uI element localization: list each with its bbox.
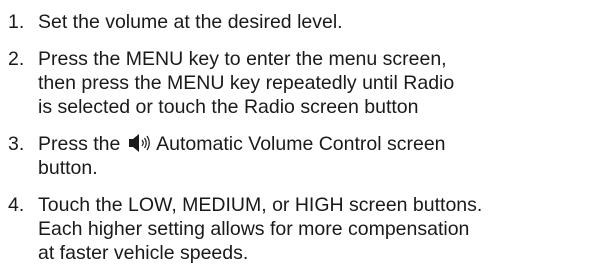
step-4: 4. Touch the LOW, MEDIUM, or HIGH screen… (8, 193, 604, 265)
step-number: 3. (8, 133, 25, 155)
step-number: 1. (8, 11, 25, 33)
step-2: 2. Press the MENU key to enter the menu … (8, 47, 604, 119)
step-3: 3. Press the Automatic Volume Control sc… (8, 132, 604, 180)
step-text-before-icon: Press the (38, 133, 126, 155)
instruction-document: 1. Set the volume at the desired level. … (0, 0, 604, 276)
step-text: Press the MENU key to enter the menu scr… (38, 48, 455, 118)
speaker-volume-icon (128, 134, 150, 152)
step-text: Touch the LOW, MEDIUM, or HIGH screen bu… (38, 194, 483, 264)
step-number: 2. (8, 48, 25, 70)
step-list: 1. Set the volume at the desired level. … (8, 10, 604, 265)
step-number: 4. (8, 194, 25, 216)
step-1: 1. Set the volume at the desired level. (8, 10, 604, 34)
step-text: Press the Automatic Volume Control scree… (38, 132, 604, 180)
step-text: Set the volume at the desired level. (38, 11, 343, 33)
